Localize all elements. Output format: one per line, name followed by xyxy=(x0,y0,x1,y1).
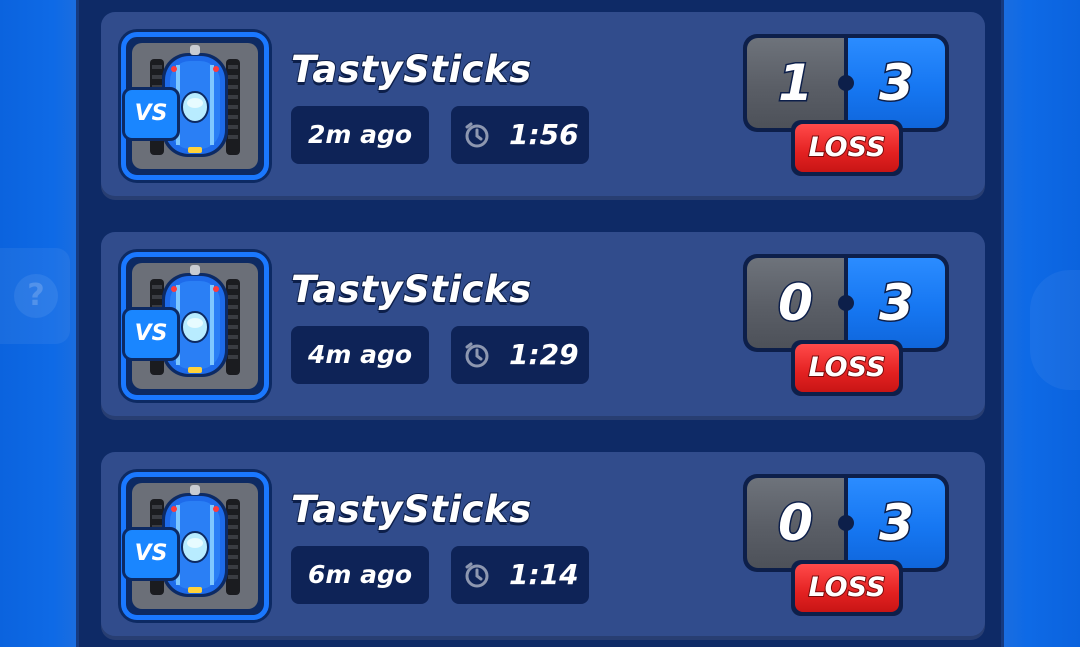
score-display: 0 3 xyxy=(743,474,949,572)
score-display: 1 3 xyxy=(743,34,949,132)
player-score-panel: 1 xyxy=(747,38,844,128)
player-score-panel: 0 xyxy=(747,478,844,568)
stopwatch-icon xyxy=(465,342,489,368)
player-score: 0 xyxy=(777,493,815,554)
time-ago-label: 2m ago xyxy=(291,106,429,164)
opponent-score: 3 xyxy=(878,273,916,334)
opponent-name: TastySticks xyxy=(290,487,532,532)
side-tab-right xyxy=(1030,270,1080,390)
opponent-score: 3 xyxy=(878,53,916,114)
vs-badge: VS xyxy=(122,307,180,361)
stopwatch-icon xyxy=(465,122,489,148)
score-separator xyxy=(838,75,854,91)
match-history-panel: VS TastySticks 2m ago 1:56 1 3 LOSS VS T… xyxy=(76,0,1004,647)
player-score-panel: 0 xyxy=(747,258,844,348)
player-score: 1 xyxy=(777,53,815,114)
opponent-score-panel: 3 xyxy=(848,478,945,568)
vs-badge: VS xyxy=(122,87,180,141)
score-display: 0 3 xyxy=(743,254,949,352)
stopwatch-icon xyxy=(465,562,489,588)
result-badge: LOSS xyxy=(791,560,903,616)
time-ago-label: 6m ago xyxy=(291,546,429,604)
match-duration: 1:56 xyxy=(451,106,589,164)
opponent-avatar: VS xyxy=(121,252,269,400)
match-duration: 1:14 xyxy=(451,546,589,604)
player-score: 0 xyxy=(777,273,815,334)
match-card[interactable]: VS TastySticks 2m ago 1:56 1 3 LOSS xyxy=(101,12,985,200)
score-separator xyxy=(838,295,854,311)
opponent-avatar: VS xyxy=(121,32,269,180)
duration-value: 1:56 xyxy=(509,118,579,151)
question-icon: ? xyxy=(14,274,58,318)
result-badge: LOSS xyxy=(791,340,903,396)
vs-badge: VS xyxy=(122,527,180,581)
opponent-score-panel: 3 xyxy=(848,38,945,128)
match-duration: 1:29 xyxy=(451,326,589,384)
score-separator xyxy=(838,515,854,531)
opponent-score: 3 xyxy=(878,493,916,554)
opponent-avatar: VS xyxy=(121,472,269,620)
help-button[interactable]: ? xyxy=(0,248,70,344)
result-label: LOSS xyxy=(795,344,899,392)
duration-value: 1:14 xyxy=(509,558,579,591)
result-label: LOSS xyxy=(795,124,899,172)
result-badge: LOSS xyxy=(791,120,903,176)
match-card[interactable]: VS TastySticks 4m ago 1:29 0 3 LOSS xyxy=(101,232,985,420)
opponent-name: TastySticks xyxy=(290,47,532,92)
time-ago-label: 4m ago xyxy=(291,326,429,384)
opponent-name: TastySticks xyxy=(290,267,532,312)
result-label: LOSS xyxy=(795,564,899,612)
duration-value: 1:29 xyxy=(509,338,579,371)
opponent-score-panel: 3 xyxy=(848,258,945,348)
match-card[interactable]: VS TastySticks 6m ago 1:14 0 3 LOSS xyxy=(101,452,985,640)
